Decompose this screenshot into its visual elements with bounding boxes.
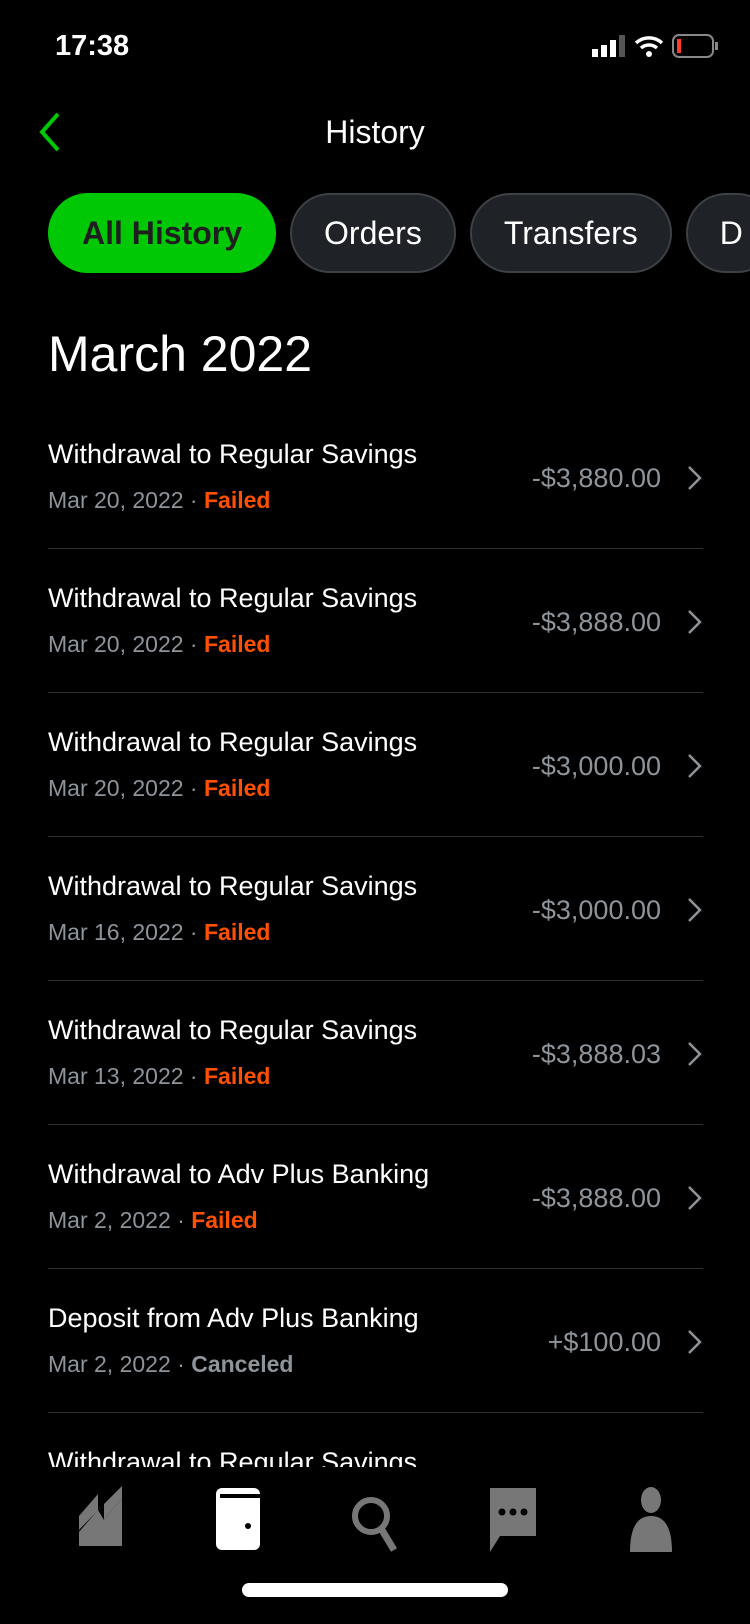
- history-row[interactable]: Withdrawal to Regular Savings: [48, 1413, 703, 1467]
- history-row[interactable]: Withdrawal to Regular Savings Mar 13, 202…: [48, 981, 703, 1125]
- row-subtitle: Mar 20, 2022 · Failed: [48, 631, 270, 658]
- status-badge: Failed: [203, 775, 271, 801]
- chevron-right-icon: [688, 898, 702, 922]
- history-row[interactable]: Deposit from Adv Plus Banking Mar 2, 2022…: [48, 1269, 703, 1413]
- status-badge: Failed: [203, 919, 271, 945]
- row-title: Withdrawal to Regular Savings: [48, 871, 418, 901]
- chip-all-history[interactable]: All History: [48, 193, 277, 273]
- chevron-right-icon: [688, 1330, 702, 1354]
- chevron-right-icon: [688, 754, 702, 778]
- status-bar: 17:38: [0, 26, 750, 66]
- row-subtitle: Mar 13, 2022 · Failed: [48, 1063, 270, 1090]
- history-row[interactable]: Withdrawal to Adv Plus Banking Mar 2, 202…: [48, 1125, 703, 1269]
- home-indicator[interactable]: [242, 1583, 508, 1597]
- row-amount: -$3,000.00: [531, 895, 661, 925]
- separator: ·: [170, 1207, 192, 1233]
- row-amount: +$100.00: [547, 1327, 661, 1357]
- row-date: Mar 20, 2022: [48, 775, 184, 801]
- row-title: Withdrawal to Regular Savings: [48, 1447, 418, 1467]
- filter-chips: All History Orders Transfers D: [48, 193, 750, 273]
- chevron-right-icon: [688, 1042, 702, 1066]
- page-title: History: [325, 114, 425, 150]
- status-badge: Canceled: [191, 1351, 294, 1377]
- chat-icon[interactable]: [488, 1486, 538, 1552]
- row-amount: -$3,888.00: [531, 607, 661, 637]
- separator: ·: [183, 487, 204, 513]
- row-subtitle: Mar 2, 2022 · Failed: [48, 1207, 258, 1234]
- search-icon[interactable]: [350, 1486, 400, 1552]
- separator: ·: [183, 775, 204, 801]
- row-subtitle: Mar 20, 2022 · Failed: [48, 775, 270, 802]
- row-date: Mar 2, 2022: [48, 1207, 171, 1233]
- row-amount: -$3,880.00: [531, 463, 661, 493]
- chip-orders[interactable]: Orders: [290, 193, 456, 273]
- row-title: Withdrawal to Regular Savings: [48, 583, 418, 613]
- status-badge: Failed: [203, 1063, 271, 1089]
- chevron-right-icon: [688, 1186, 702, 1210]
- chevron-right-icon: [688, 610, 702, 634]
- row-amount: -$3,888.00: [531, 1183, 661, 1213]
- history-list: Withdrawal to Regular Savings Mar 20, 202…: [48, 405, 703, 1467]
- status-badge: Failed: [203, 631, 271, 657]
- row-title: Withdrawal to Regular Savings: [48, 439, 418, 469]
- history-row[interactable]: Withdrawal to Regular Savings Mar 20, 202…: [48, 693, 703, 837]
- section-title: March 2022: [48, 326, 313, 382]
- chip-transfers[interactable]: Transfers: [469, 193, 672, 273]
- chip-more[interactable]: D: [685, 193, 750, 273]
- row-date: Mar 2, 2022: [48, 1351, 171, 1377]
- row-title: Deposit from Adv Plus Banking: [48, 1303, 419, 1333]
- tab-bar: [0, 1486, 750, 1556]
- row-title: Withdrawal to Adv Plus Banking: [48, 1159, 430, 1189]
- row-subtitle: Mar 2, 2022 · Canceled: [48, 1351, 293, 1378]
- row-title: Withdrawal to Regular Savings: [48, 727, 418, 757]
- row-subtitle: Mar 20, 2022 · Failed: [48, 487, 270, 514]
- signal-icon: [592, 35, 625, 57]
- row-amount: -$3,000.00: [531, 751, 661, 781]
- history-row[interactable]: Withdrawal to Regular Savings Mar 20, 202…: [48, 405, 703, 549]
- status-badge: Failed: [191, 1207, 258, 1233]
- row-date: Mar 13, 2022: [48, 1063, 184, 1089]
- row-date: Mar 20, 2022: [48, 487, 184, 513]
- chevron-right-icon: [688, 466, 702, 490]
- clock: 17:38: [55, 30, 130, 62]
- battery-icon: [672, 34, 718, 58]
- row-date: Mar 20, 2022: [48, 631, 184, 657]
- row-amount: -$3,888.03: [531, 1039, 661, 1069]
- separator: ·: [183, 919, 204, 945]
- history-row[interactable]: Withdrawal to Regular Savings Mar 20, 202…: [48, 549, 703, 693]
- separator: ·: [183, 631, 204, 657]
- separator: ·: [183, 1063, 204, 1089]
- row-subtitle: Mar 16, 2022 · Failed: [48, 919, 270, 946]
- separator: ·: [170, 1351, 192, 1377]
- nav-bar: History: [0, 100, 750, 170]
- wifi-icon: [634, 36, 664, 57]
- row-date: Mar 16, 2022: [48, 919, 184, 945]
- status-badge: Failed: [203, 487, 271, 513]
- wallet-icon[interactable]: [214, 1486, 264, 1552]
- chart-icon[interactable]: [76, 1486, 126, 1552]
- profile-icon[interactable]: [626, 1486, 676, 1552]
- history-row[interactable]: Withdrawal to Regular Savings Mar 16, 202…: [48, 837, 703, 981]
- row-title: Withdrawal to Regular Savings: [48, 1015, 418, 1045]
